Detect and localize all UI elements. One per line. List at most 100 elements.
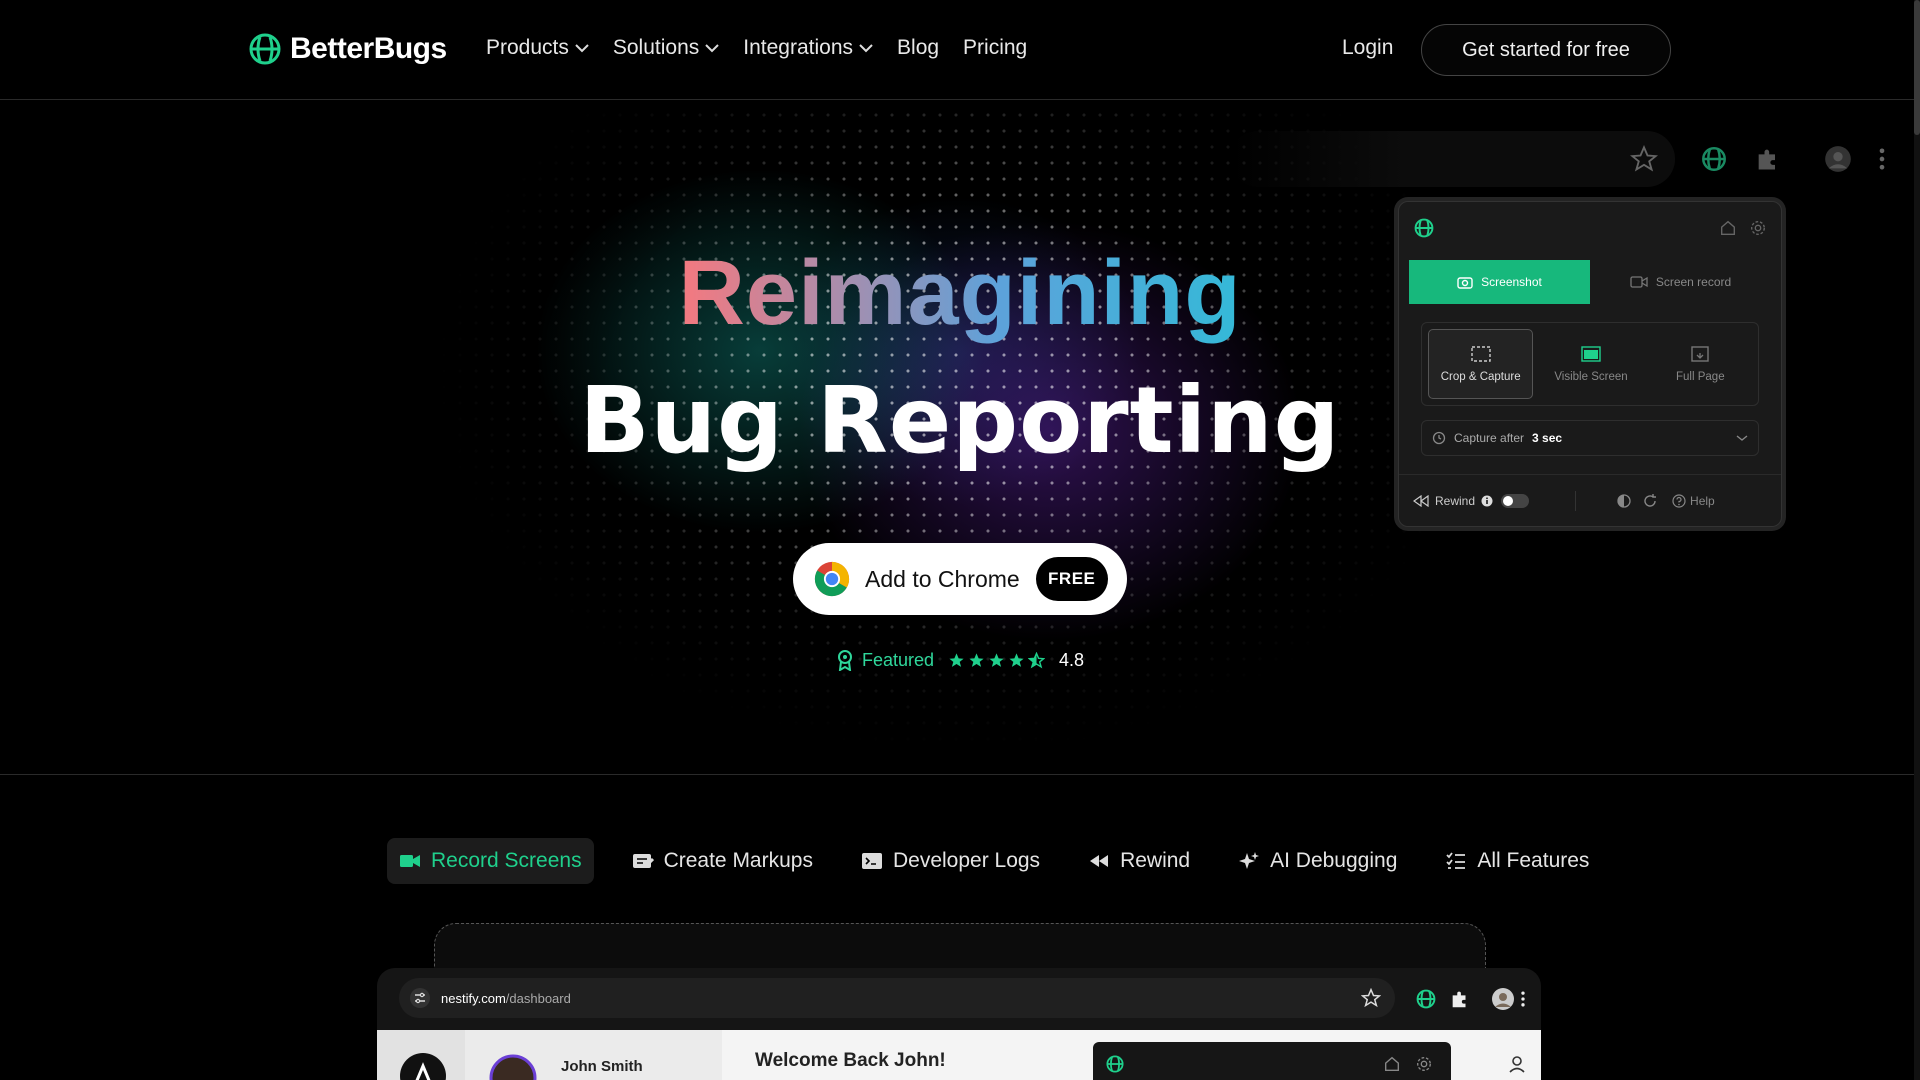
help-label: Help <box>1690 493 1715 508</box>
betterbugs-logo-icon <box>1414 218 1434 238</box>
site-settings-icon <box>410 988 430 1008</box>
visible-screen-icon <box>1581 346 1601 362</box>
help-icon <box>1672 493 1686 508</box>
theme-icon <box>1617 493 1631 508</box>
demo-browser-preview: nestify.com/dashboard John Smith Welcome… <box>377 968 1541 1080</box>
demo-dashboard-page: John Smith Welcome Back John! <box>377 1030 1541 1080</box>
betterbugs-extension-icon <box>1702 147 1726 171</box>
betterbugs-logo-icon <box>249 33 281 65</box>
menu-blog[interactable]: Blog <box>897 36 939 60</box>
scrollbar-thumb[interactable] <box>1914 0 1920 135</box>
extension-footer: Rewind Help <box>1399 474 1781 526</box>
tab-screenshot-label: Screenshot <box>1481 275 1542 289</box>
hero-section: Reimagining Bug Reporting Add to Chrome … <box>0 101 1914 775</box>
capture-delay-select: Capture after 3 sec <box>1421 420 1759 456</box>
demo-url-host: nestify.com <box>441 990 506 1006</box>
extension-header <box>1399 202 1781 254</box>
main-menu: Products Solutions Integrations Blog Pri… <box>486 36 1027 60</box>
page-scrollbar[interactable] <box>1914 0 1920 1080</box>
puzzle-icon <box>1758 149 1775 170</box>
rating-value: 4.8 <box>1059 649 1085 670</box>
rewind-toggle <box>1501 493 1530 508</box>
tab-rewind[interactable]: Rewind <box>1078 838 1200 884</box>
star-icon <box>1009 652 1024 667</box>
kebab-menu-icon <box>1879 148 1885 170</box>
tab-create-markups-label: Create Markups <box>663 849 813 872</box>
video-camera-icon <box>400 855 420 867</box>
menu-solutions[interactable]: Solutions <box>613 36 719 60</box>
chevron-down-icon <box>859 44 873 53</box>
mode-visible-screen: Visible Screen <box>1539 329 1642 399</box>
mode-full-page-label: Full Page <box>1676 371 1725 383</box>
menu-blog-label: Blog <box>897 36 940 59</box>
tab-create-markups[interactable]: Create Markups <box>622 838 823 884</box>
get-started-button[interactable]: Get started for free <box>1421 24 1671 76</box>
user-avatar <box>489 1054 537 1080</box>
delay-prefix: Capture after <box>1454 431 1525 445</box>
featured-rating: Featured 4.8 <box>836 649 1084 671</box>
tab-developer-logs[interactable]: Developer Logs <box>851 838 1050 884</box>
app-logo-icon <box>400 1053 446 1080</box>
add-to-chrome-button[interactable]: Add to Chrome FREE <box>793 543 1127 615</box>
rewind-icon <box>1090 855 1109 867</box>
chrome-logo-icon <box>814 561 850 597</box>
full-page-icon <box>1691 346 1710 362</box>
demo-sidebar <box>377 1030 465 1080</box>
chevron-down-icon <box>1736 435 1748 441</box>
tab-rewind-label: Rewind <box>1120 849 1191 872</box>
tab-all-features[interactable]: All Features <box>1435 838 1599 884</box>
capture-modes: Crop & Capture Visible Screen Full Page <box>1421 322 1759 406</box>
demo-url-bar: nestify.com/dashboard <box>399 978 1395 1018</box>
menu-pricing[interactable]: Pricing <box>963 36 1027 60</box>
star-rating <box>948 651 1046 669</box>
star-icon <box>989 652 1004 667</box>
brand-logo[interactable]: BetterBugs <box>248 32 447 66</box>
browser-toolbar-illustration <box>1230 131 1675 187</box>
profile-avatar-icon <box>1825 146 1851 172</box>
timer-icon <box>1432 431 1446 445</box>
chevron-down-icon <box>705 44 719 53</box>
tab-developer-logs-label: Developer Logs <box>892 849 1041 872</box>
menu-solutions-label: Solutions <box>612 36 700 59</box>
delay-value: 3 sec <box>1532 431 1563 445</box>
menu-products[interactable]: Products <box>486 36 589 60</box>
home-icon <box>1385 1056 1399 1071</box>
demo-url-path: /dashboard <box>505 990 571 1006</box>
award-badge-icon <box>838 650 852 671</box>
rewind-label: Rewind <box>1435 493 1476 508</box>
info-icon <box>1481 495 1493 506</box>
gear-icon <box>1751 221 1765 235</box>
rewind-icon <box>1413 494 1429 507</box>
user-icon <box>1509 1056 1525 1073</box>
tab-ai-debugging[interactable]: AI Debugging <box>1228 838 1407 884</box>
brand-name: BetterBugs <box>290 32 447 65</box>
feature-tabs: Record Screens Create Markups Developer … <box>387 838 1599 884</box>
free-badge: FREE <box>1035 557 1108 601</box>
top-navbar: BetterBugs Products Solutions Integratio… <box>0 0 1920 100</box>
betterbugs-logo-icon <box>1106 1055 1124 1073</box>
menu-products-label: Products <box>486 36 569 59</box>
login-link[interactable]: Login <box>1342 36 1393 60</box>
menu-pricing-label: Pricing <box>963 36 1028 59</box>
camera-icon <box>1457 277 1473 289</box>
tab-all-features-label: All Features <box>1477 849 1590 872</box>
extension-tabs: Screenshot Screen record <box>1409 260 1771 304</box>
half-star-icon <box>1028 651 1046 668</box>
star-outline-icon <box>1630 145 1658 172</box>
mode-crop-capture-label: Crop & Capture <box>1440 371 1521 383</box>
menu-integrations[interactable]: Integrations <box>743 36 873 60</box>
checklist-icon <box>1446 852 1466 869</box>
mode-full-page: Full Page <box>1649 329 1752 399</box>
crop-icon <box>1470 346 1491 362</box>
markup-icon <box>632 854 654 868</box>
star-outline-icon <box>1361 988 1381 1008</box>
menu-integrations-label: Integrations <box>743 36 854 59</box>
gear-icon <box>1417 1057 1431 1071</box>
tab-record-screens[interactable]: Record Screens <box>387 838 594 884</box>
tab-screen-record-label: Screen record <box>1655 275 1732 289</box>
demo-user-name: John Smith <box>561 1058 643 1075</box>
extension-popup-illustration: Screenshot Screen record Crop & Capture … <box>1398 201 1782 527</box>
star-icon <box>949 652 964 667</box>
tab-ai-debugging-label: AI Debugging <box>1270 849 1398 872</box>
kebab-menu-icon <box>1521 991 1525 1007</box>
